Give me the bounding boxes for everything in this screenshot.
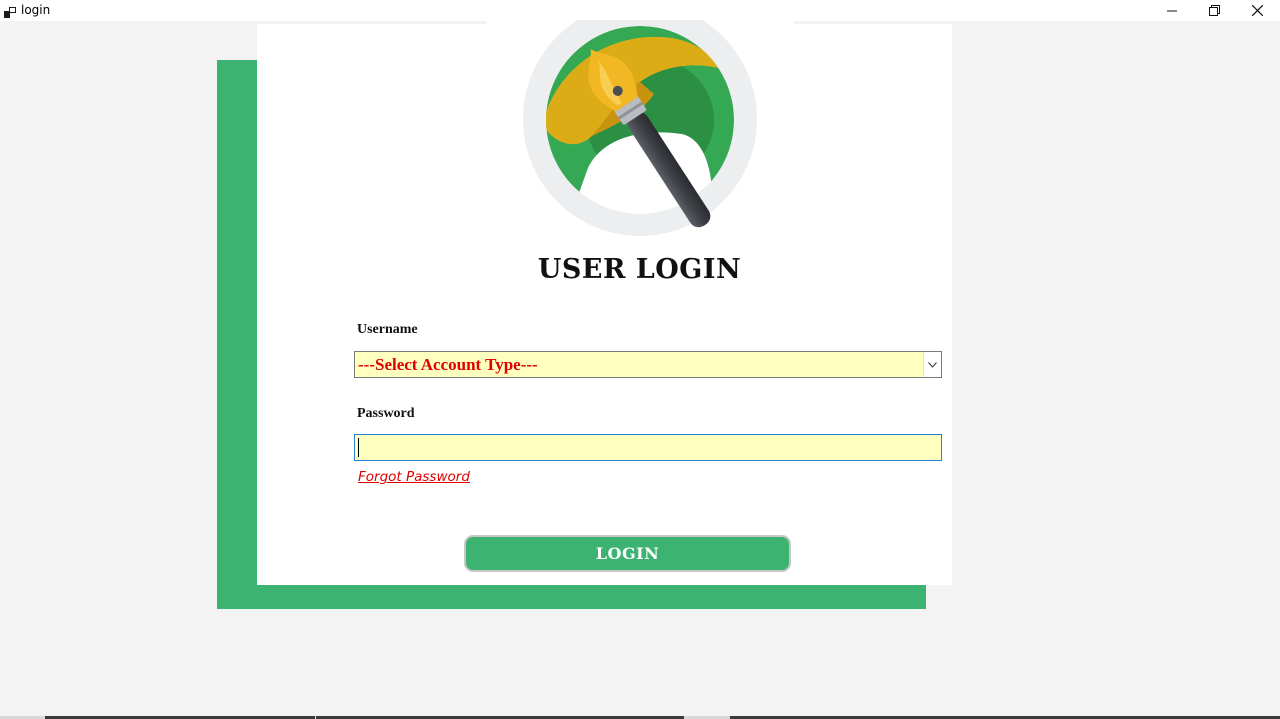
restore-button[interactable] — [1192, 0, 1236, 21]
username-label: Username — [357, 322, 418, 337]
close-icon — [1251, 5, 1263, 16]
login-button[interactable]: LOGIN — [464, 535, 791, 572]
forgot-password-link[interactable]: Forgot Password — [358, 469, 470, 485]
restore-icon — [1208, 5, 1220, 16]
password-label: Password — [357, 406, 415, 421]
minimize-icon — [1167, 6, 1177, 16]
account-type-select[interactable]: ---Select Account Type--- — [354, 351, 942, 378]
window-title: login — [21, 3, 51, 17]
minimize-button[interactable] — [1150, 0, 1194, 21]
paint-brush-logo-icon — [522, 2, 762, 236]
page-title: USER LOGIN — [537, 254, 742, 285]
close-button[interactable] — [1235, 0, 1279, 21]
window-titlebar: login — [0, 0, 1280, 21]
chevron-down-icon[interactable] — [923, 352, 941, 377]
app-window-icon — [4, 5, 16, 18]
password-field[interactable] — [354, 434, 942, 461]
account-type-selected-value: ---Select Account Type--- — [358, 355, 538, 374]
text-caret — [358, 438, 359, 457]
